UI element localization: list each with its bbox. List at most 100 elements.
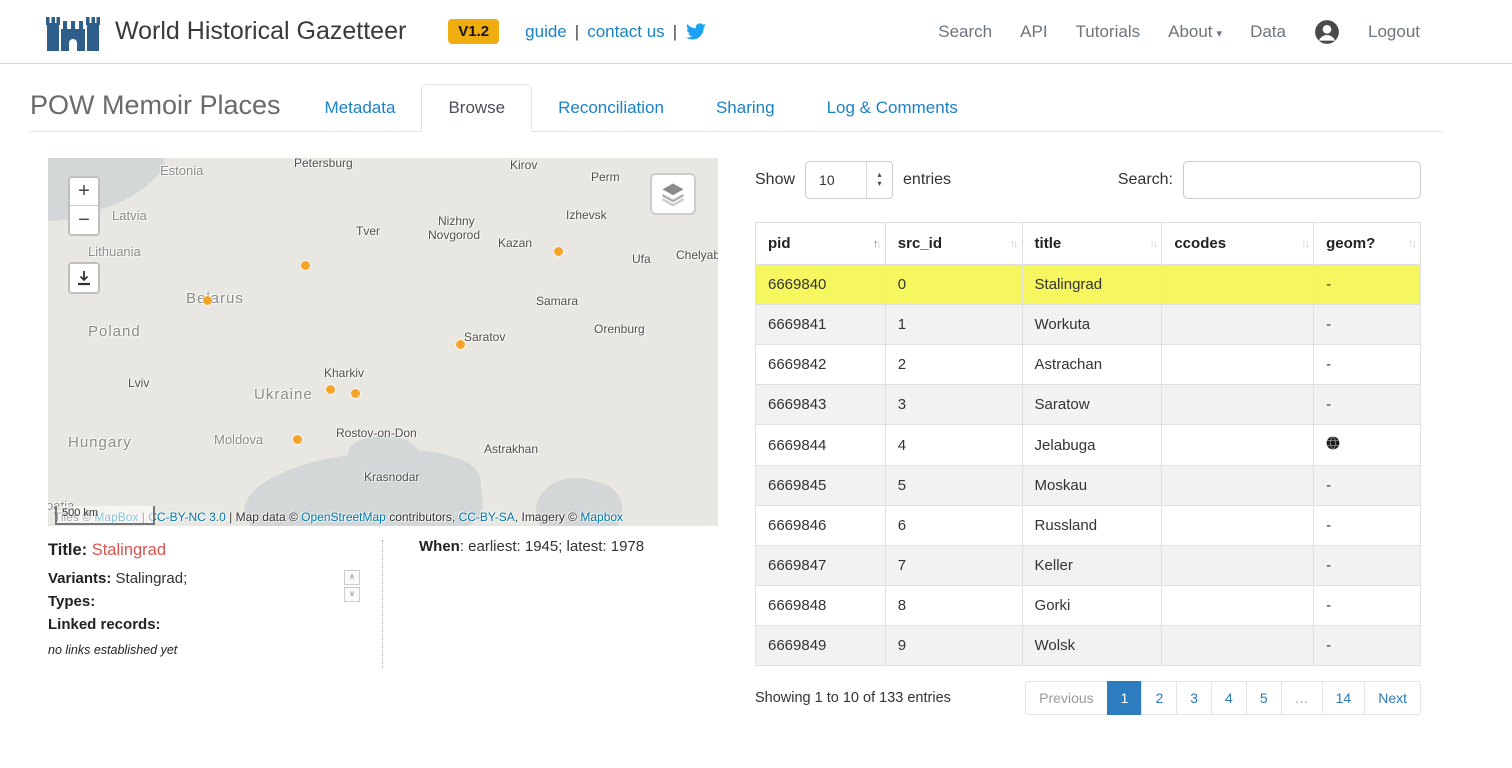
search-label: Search: [1118,171,1173,189]
cell-ccodes [1162,586,1314,626]
map-label-latvia: Latvia [112,208,147,223]
cell-geom: - [1314,506,1421,546]
map-marker[interactable] [203,296,212,305]
contact-link[interactable]: contact us [587,22,665,42]
map-marker[interactable] [554,247,563,256]
table-row[interactable]: 66698455Moskau- [756,466,1421,506]
map-marker[interactable] [301,261,310,270]
nav-about[interactable]: About▾ [1168,22,1222,42]
download-icon[interactable] [70,264,98,292]
cell-ccodes [1162,385,1314,425]
map-download-control [68,262,100,294]
cell-src_id: 4 [885,425,1022,466]
map-scale: 500 km [55,506,155,525]
tab-log-comments[interactable]: Log & Comments [801,85,984,131]
cell-title: Moskau [1022,466,1162,506]
attribution-text: , Imagery © [515,510,581,524]
map-marker[interactable] [326,385,335,394]
map-label-kazan: Kazan [498,236,532,250]
map-label-poland: Poland [88,323,141,340]
detail-types-label: Types: [48,593,95,610]
page-size-select[interactable]: 10 ▴▾ [805,161,893,199]
map[interactable]: EstoniaPetersburgKirovPermLatviaTverNizh… [48,158,718,526]
nav-search[interactable]: Search [938,22,992,42]
column-header-geom[interactable]: geom?↑↓ [1314,223,1421,265]
tab-sharing[interactable]: Sharing [690,85,801,131]
tab-metadata[interactable]: Metadata [299,85,422,131]
attribution-link[interactable]: CC-BY-SA [459,510,515,524]
map-label-belarus: Belarus [186,290,244,307]
map-water-azov [348,436,418,470]
table-row[interactable]: 66698466Russland- [756,506,1421,546]
map-marker[interactable] [456,340,465,349]
detail-variants-label: Variants: [48,570,111,587]
map-marker[interactable] [293,435,302,444]
table-row[interactable]: 66698477Keller- [756,546,1421,586]
cell-src_id: 5 [885,466,1022,506]
map-label-moldova: Moldova [214,432,263,447]
table-row[interactable]: 66698488Gorki- [756,586,1421,626]
sort-icon: ↑↓ [873,238,880,250]
page-4[interactable]: 4 [1211,681,1247,715]
map-label-petersburg: Petersburg [294,158,353,170]
map-label-kirov: Kirov [510,158,537,172]
column-header-src-id[interactable]: src_id↑↓ [885,223,1022,265]
map-label-hungary: Hungary [68,434,132,451]
column-header-title[interactable]: title↑↓ [1022,223,1162,265]
map-label-ufa: Ufa [632,252,651,266]
layers-button[interactable] [650,173,696,215]
table-row[interactable]: 66698422Astrachan- [756,345,1421,385]
page-14[interactable]: 14 [1322,681,1366,715]
nav-tutorials[interactable]: Tutorials [1076,22,1141,42]
detail-title-label: Title: [48,541,87,559]
table-row[interactable]: 66698400Stalingrad- [756,265,1421,305]
map-label-lviv: Lviv [128,376,149,390]
attribution-link[interactable]: Mapbox [580,510,623,524]
attribution-link[interactable]: CC-BY-NC 3.0 [148,510,226,524]
cell-pid: 6669849 [756,626,886,666]
table-row[interactable]: 66698411Workuta- [756,305,1421,345]
map-label-chelyabin: Chelyabin [676,248,718,262]
header-nav: Search API Tutorials About▾ Data Logout [938,19,1512,45]
page-next[interactable]: Next [1364,681,1421,715]
brand-link[interactable]: World Historical Gazetteer [45,13,406,51]
cell-pid: 6669845 [756,466,886,506]
page-1[interactable]: 1 [1107,681,1143,715]
tab-bar: POW Memoir Places MetadataBrowseReconcil… [30,84,1442,132]
cell-pid: 6669843 [756,385,886,425]
sort-icon: ↑↓ [1408,238,1415,250]
scroll-up-button[interactable]: ∧ [344,570,360,585]
page-5[interactable]: 5 [1246,681,1282,715]
link-divider: | [673,22,677,42]
showing-entries-text: Showing 1 to 10 of 133 entries [755,690,951,706]
entries-label: entries [903,171,951,189]
scroll-down-button[interactable]: ∨ [344,587,360,602]
cell-title: Jelabuga [1022,425,1162,466]
select-arrows-icon: ▴▾ [866,162,892,198]
tab-browse[interactable]: Browse [421,84,532,132]
column-header-ccodes[interactable]: ccodes↑↓ [1162,223,1314,265]
table-row[interactable]: 66698444Jelabuga [756,425,1421,466]
twitter-icon[interactable] [685,23,707,41]
nav-api[interactable]: API [1020,22,1047,42]
link-divider: | [575,22,579,42]
zoom-in-button[interactable]: + [70,178,98,206]
user-avatar-icon[interactable] [1314,19,1340,45]
guide-link[interactable]: guide [525,22,567,42]
map-label-nizhny: Nizhny [438,214,475,228]
tab-reconciliation[interactable]: Reconciliation [532,85,690,131]
main-content: EstoniaPetersburgKirovPermLatviaTverNizh… [0,158,1512,768]
zoom-out-button[interactable]: − [70,206,98,234]
nav-data[interactable]: Data [1250,22,1286,42]
page-3[interactable]: 3 [1176,681,1212,715]
search-input[interactable] [1183,161,1421,199]
table-column: Show 10 ▴▾ entries Search: pid↑↓src_id↑↓… [755,160,1421,715]
table-row[interactable]: 66698499Wolsk- [756,626,1421,666]
nav-logout[interactable]: Logout [1368,22,1420,42]
no-links-note: no links established yet [48,641,382,660]
map-marker[interactable] [351,389,360,398]
page-2[interactable]: 2 [1141,681,1177,715]
attribution-link[interactable]: OpenStreetMap [301,510,386,524]
table-row[interactable]: 66698433Saratow- [756,385,1421,425]
column-header-pid[interactable]: pid↑↓ [756,223,886,265]
